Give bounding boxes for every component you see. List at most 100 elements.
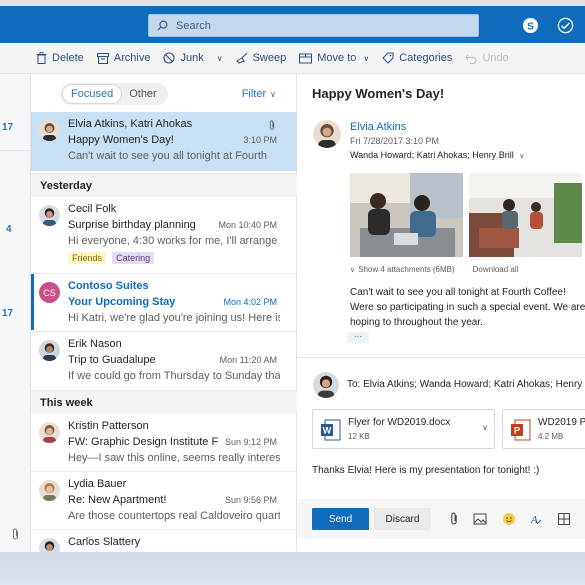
rail-date[interactable]: 4 [6, 224, 12, 235]
recipients[interactable]: Wanda Howard; Katri Ahokas; Henry Brill … [350, 150, 524, 160]
junk-label: Junk [180, 52, 204, 64]
list-item[interactable]: CS Contoso Suites Your Upcoming Stay Mon… [31, 274, 297, 330]
category-tags: Friends Catering [68, 252, 157, 264]
avatar [39, 538, 60, 552]
broom-icon [235, 52, 247, 64]
avatar [39, 480, 60, 501]
message-subject-heading: Happy Women's Day! [312, 86, 445, 101]
avatar [39, 120, 60, 141]
left-rail: 17 4 17 [0, 74, 31, 552]
list-item[interactable]: Kristin Patterson FW: Graphic Design Ins… [31, 414, 297, 470]
categories-button[interactable]: Categories [382, 52, 452, 64]
outlook-window: Search S Delete Archive Junk ∨ Sweep Mov… [0, 0, 585, 552]
archive-label: Archive [113, 52, 151, 64]
reply-recipients[interactable]: To: Elvia Atkins; Wanda Howard; Katri Ah… [347, 379, 585, 390]
attachment-photo[interactable] [469, 173, 582, 257]
message-list: Focused Other Filter ∨ Elvia Atkins, Kat… [31, 74, 297, 552]
sender-name[interactable]: Elvia Atkins [350, 121, 406, 133]
avatar[interactable] [313, 120, 341, 148]
message-time: 3:10 PM [243, 135, 277, 145]
file-size: 4.2 MB [538, 432, 564, 441]
chevron-down-icon: ∨ [270, 89, 276, 99]
message-preview: Can't wait to see you all tonight at Fou… [68, 150, 267, 162]
filter-button[interactable]: Filter ∨ [242, 88, 276, 100]
delete-button[interactable]: Delete [36, 52, 84, 64]
trash-icon [36, 52, 47, 64]
file-name: WD2019 P [538, 417, 585, 428]
message-preview: Hi Katri, we're glad you're joining us! … [68, 312, 280, 324]
tag-friends: Friends [68, 252, 107, 264]
download-all-link[interactable]: Download all [473, 265, 519, 274]
image-icon[interactable] [473, 512, 487, 526]
sweep-button[interactable]: Sweep [235, 52, 287, 64]
paperclip-icon [269, 120, 275, 130]
rail-date[interactable]: 17 [2, 122, 13, 133]
attached-file[interactable]: W Flyer for WD2019.docx 12 KB ∨ [312, 409, 495, 449]
list-item[interactable]: Erik Nason Trip to Guadalupe Mon 11:20 A… [31, 332, 297, 388]
avatar: CS [39, 282, 60, 303]
inbox-pivot: Focused Other [60, 83, 168, 105]
table-icon[interactable] [557, 512, 571, 526]
message-preview: Are those countertops real Caldoveiro qu… [68, 510, 280, 522]
categories-label: Categories [399, 52, 453, 64]
tag-icon [382, 52, 394, 64]
tab-other[interactable]: Other [121, 85, 165, 103]
avatar [313, 372, 339, 398]
message-subject: Happy Women's Day! [68, 134, 174, 146]
move-to-button[interactable]: Move to ∨ [299, 52, 369, 64]
sweep-label: Sweep [252, 52, 287, 64]
expand-message-button[interactable]: ... [347, 330, 369, 343]
message-preview: If we could go from Thursday to Sunday t… [68, 370, 280, 382]
list-item[interactable]: Elvia Atkins, Katri Ahokas Happy Women's… [31, 112, 297, 171]
filter-label: Filter [241, 88, 267, 100]
chevron-down-icon[interactable]: ∨ [217, 54, 223, 63]
svg-text:A: A [530, 514, 538, 526]
chevron-down-icon: ∨ [350, 267, 356, 274]
rail-divider [0, 150, 30, 151]
send-button[interactable]: Send [312, 508, 369, 530]
reply-body[interactable]: Thanks Elvia! Here is my presentation fo… [312, 465, 539, 476]
sender-name: Lydia Bauer [68, 478, 127, 490]
section-header: This week [31, 390, 297, 414]
command-bar: Delete Archive Junk ∨ Sweep Move to ∨ Ca… [0, 43, 585, 74]
sender-name: Erik Nason [68, 338, 122, 350]
powerpoint-file-icon: P [511, 419, 531, 441]
undo-button[interactable]: Undo [465, 52, 509, 64]
show-attachments-link[interactable]: ∨ Show 4 attachments (6MB) [350, 265, 455, 274]
svg-text:P: P [514, 426, 520, 436]
search-box[interactable]: Search [148, 14, 479, 37]
sender-name: Contoso Suites [68, 280, 149, 292]
message-time: Mon 4:02 PM [223, 297, 277, 307]
list-item[interactable]: Carlos Slattery [31, 530, 297, 552]
attachment-photo[interactable] [350, 173, 463, 257]
emoji-icon[interactable] [502, 512, 516, 526]
svg-text:S: S [527, 21, 534, 32]
paperclip-icon[interactable] [447, 512, 461, 526]
message-subject: Surprise birthday planning [68, 219, 196, 231]
move-to-label: Move to [317, 52, 357, 64]
top-bar: Search S [0, 0, 585, 43]
svg-text:W: W [323, 426, 332, 436]
rail-date[interactable]: 17 [2, 308, 13, 319]
message-date: Fri 7/28/2017 3:10 PM [350, 136, 440, 146]
format-text-icon[interactable]: A [529, 512, 543, 526]
list-item[interactable]: Lydia Bauer Re: New Apartment! Sun 9:56 … [31, 472, 297, 528]
junk-button[interactable]: Junk ∨ [163, 52, 223, 64]
avatar [39, 422, 60, 443]
archive-button[interactable]: Archive [96, 52, 151, 64]
tab-focused[interactable]: Focused [63, 85, 122, 103]
discard-button[interactable]: Discard [374, 508, 431, 530]
list-item[interactable]: Cecil Folk Surprise birthday planning Mo… [31, 197, 297, 273]
desktop-background [0, 552, 585, 585]
chevron-down-icon[interactable]: ∨ [482, 423, 488, 432]
skype-icon[interactable]: S [521, 16, 539, 34]
attachment-row: ∨ Show 4 attachments (6MB) Download all [350, 265, 518, 274]
attached-file[interactable]: P WD2019 P 4.2 MB [502, 409, 585, 449]
checkmark-icon[interactable] [556, 16, 574, 34]
avatar [39, 340, 60, 361]
message-time: Sun 9:56 PM [224, 495, 277, 505]
tag-catering: Catering [112, 252, 155, 264]
paperclip-icon[interactable] [11, 528, 20, 541]
message-subject: Trip to Guadalupe [68, 354, 156, 366]
avatar [39, 205, 60, 226]
